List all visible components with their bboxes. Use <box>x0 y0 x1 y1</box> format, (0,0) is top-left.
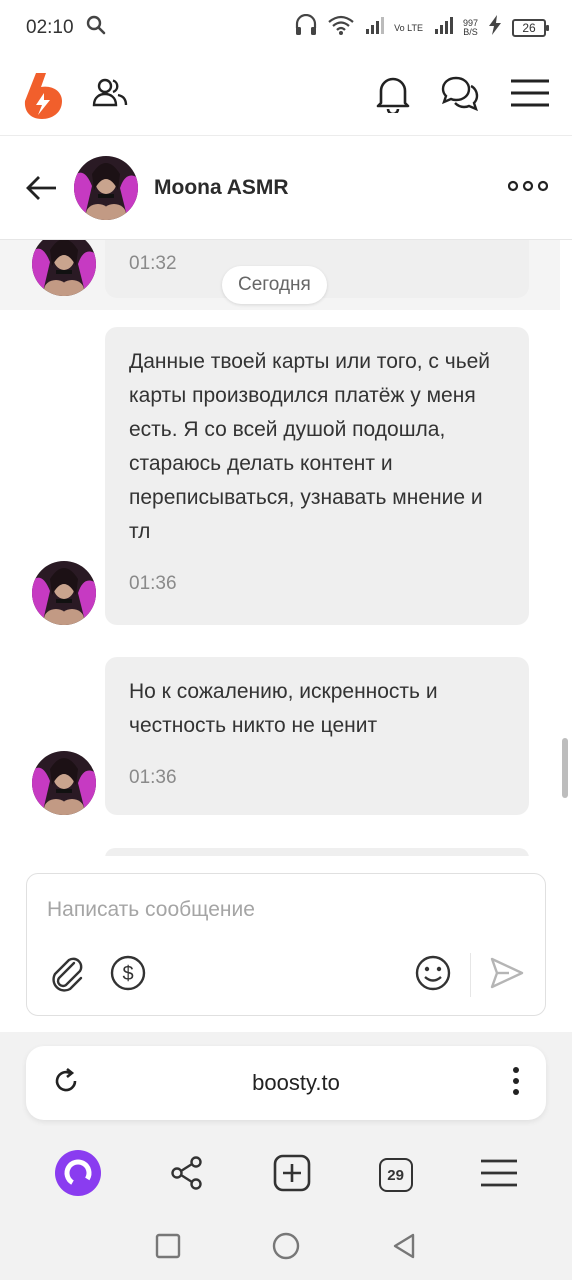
home-circle-icon[interactable] <box>272 1232 300 1265</box>
message-text: Но к сожалению, искренность и честность … <box>129 680 438 737</box>
message-time: 01:32 <box>129 253 177 274</box>
signal-icon <box>364 15 385 41</box>
message-list[interactable]: 01:32 Сегодня Данные твоей карты или тог… <box>0 240 572 856</box>
avatar[interactable] <box>32 561 96 625</box>
network-type: Vo LTE <box>394 22 423 33</box>
list-item: Но к сожалению, искренность и честность … <box>32 657 532 817</box>
message-bubble[interactable] <box>105 848 529 856</box>
back-triangle-icon[interactable] <box>391 1232 417 1265</box>
date-divider: Сегодня <box>222 266 327 304</box>
wifi-icon <box>328 15 354 41</box>
svg-text:$: $ <box>122 963 133 985</box>
system-navigation-bar <box>0 1216 572 1280</box>
list-item <box>32 848 532 856</box>
recents-square-icon[interactable] <box>155 1233 181 1264</box>
more-options-icon[interactable] <box>507 179 549 197</box>
composer-toolbar: $ <box>47 953 525 997</box>
status-time: 02:10 <box>26 17 74 38</box>
network-speed: 997 B/S <box>463 19 478 37</box>
battery-indicator: 26 <box>512 19 549 37</box>
back-arrow-icon[interactable] <box>24 170 60 206</box>
hamburger-menu-icon[interactable] <box>510 78 550 113</box>
browser-toolbar: 29 <box>0 1140 572 1210</box>
new-tab-plus-icon[interactable] <box>273 1154 311 1197</box>
speed-unit: B/S <box>463 27 478 37</box>
boosty-logo-icon[interactable] <box>22 71 66 121</box>
app-header <box>0 56 572 136</box>
search-icon <box>86 15 106 41</box>
signal-icon-2 <box>433 15 453 41</box>
browser-chrome: boosty.to 29 <box>0 1032 572 1280</box>
emoji-icon[interactable] <box>414 954 452 997</box>
kebab-menu-icon[interactable] <box>512 1066 520 1101</box>
chat-contact-name[interactable]: Moona ASMR <box>154 176 289 200</box>
send-icon[interactable] <box>489 955 525 996</box>
share-icon[interactable] <box>169 1155 205 1196</box>
tabs-counter-button[interactable]: 29 <box>378 1158 413 1192</box>
message-bubble[interactable]: Но к сожалению, искренность и честность … <box>105 657 529 815</box>
message-time: 01:36 <box>129 767 177 788</box>
avatar[interactable] <box>32 751 96 815</box>
alice-assistant-icon[interactable] <box>54 1149 102 1202</box>
browser-menu-icon[interactable] <box>480 1158 518 1193</box>
headphones-icon <box>294 13 318 42</box>
avatar[interactable] <box>74 155 138 220</box>
message-bubble[interactable]: Данные твоей карты или того, с чьей карт… <box>105 327 529 625</box>
status-bar: 02:10 Vo LTE 997 B/S 26 <box>0 0 572 56</box>
avatar[interactable] <box>32 240 96 296</box>
chat-header: Moona ASMR <box>0 136 572 240</box>
message-text: Данные твоей карты или того, с чьей карт… <box>129 350 491 543</box>
donate-dollar-icon[interactable]: $ <box>109 954 147 997</box>
list-item: Данные твоей карты или того, с чьей карт… <box>32 327 532 627</box>
messages-icon[interactable] <box>440 74 480 117</box>
charging-icon <box>488 15 502 41</box>
address-bar[interactable]: boosty.to <box>26 1046 546 1120</box>
bell-icon[interactable] <box>376 73 410 118</box>
toolbar-divider <box>470 953 471 997</box>
message-composer: Написать сообщение $ <box>26 873 546 1016</box>
url-text[interactable]: boosty.to <box>80 1070 512 1096</box>
message-input[interactable]: Написать сообщение <box>47 898 255 922</box>
message-time: 01:36 <box>129 573 177 594</box>
subscriptions-people-icon[interactable] <box>92 77 128 114</box>
scrollbar[interactable] <box>562 738 568 798</box>
paperclip-icon[interactable] <box>47 953 87 998</box>
reload-icon[interactable] <box>52 1067 80 1100</box>
